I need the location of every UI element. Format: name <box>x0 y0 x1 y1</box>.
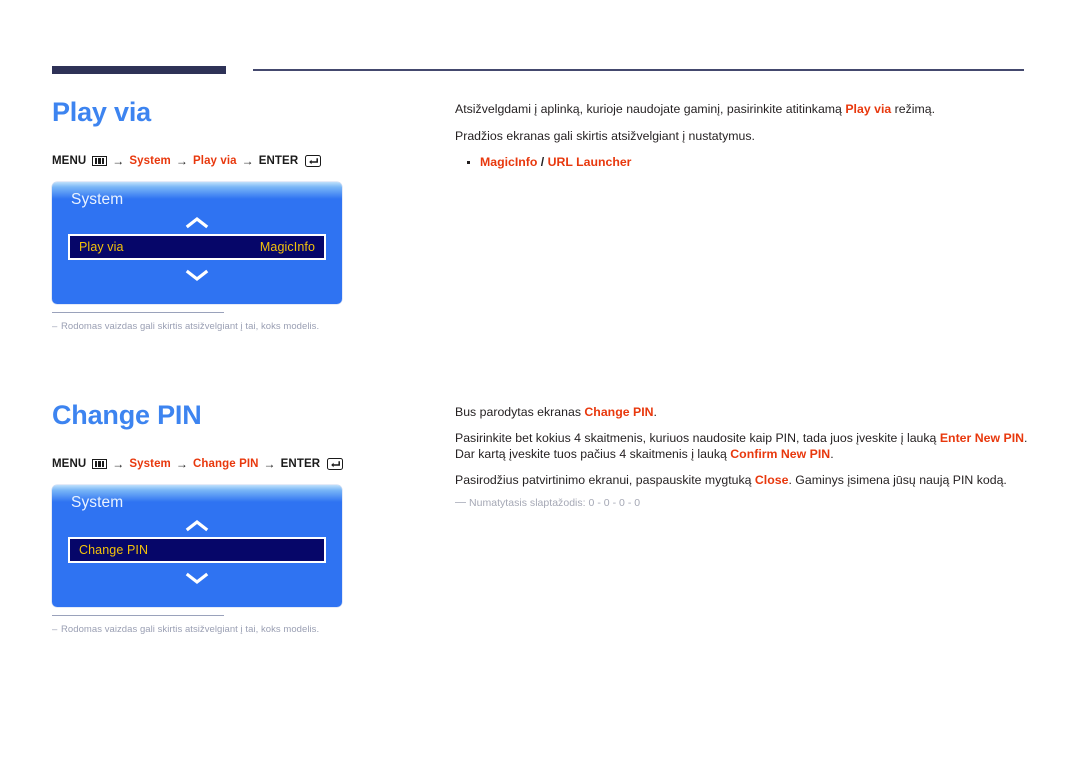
breadcrumb-change-pin: MENU → System → Change PIN → ENTER <box>52 457 432 471</box>
chevron-up-icon[interactable] <box>52 216 342 230</box>
chevron-down-icon[interactable] <box>52 571 342 585</box>
emphasis-enter-new-pin: Enter New PIN <box>939 430 1025 445</box>
note-block-change-pin: – Rodomas vaizdas gali skirtis atsižvelg… <box>52 615 432 635</box>
emphasis-close: Close <box>754 472 789 487</box>
breadcrumb-play-via: MENU → System → Play via → ENTER <box>52 154 432 168</box>
play-via-left-column: Play via <box>52 97 432 128</box>
play-via-right-column: Atsižvelgdami į aplinką, kurioje naudoja… <box>455 101 1030 171</box>
bullet-url-launcher: URL Launcher <box>547 155 632 169</box>
text-run: Pasirinkite bet kokius 4 skaitmenis, kur… <box>455 430 940 445</box>
note-body: Rodomas vaizdas gali skirtis atsižvelgia… <box>61 624 320 636</box>
paragraph-play-via-1: Atsižvelgdami į aplinką, kurioje naudoja… <box>455 101 1030 118</box>
emphasis-change-pin: Change PIN <box>584 405 654 419</box>
text-run: . <box>653 405 657 419</box>
note-text-change-pin: – Rodomas vaizdas gali skirtis atsižvelg… <box>52 624 432 635</box>
enter-return-icon <box>327 458 344 470</box>
osd-row-value: MagicInfo <box>259 239 315 254</box>
breadcrumb-menu-label: MENU <box>52 458 87 470</box>
note-block-play-via: – Rodomas vaizdas gali skirtis atsižvelg… <box>52 312 432 332</box>
text-run: . Gaminys įsimena jūsų naują PIN kodą. <box>788 472 1007 487</box>
text-run: režimą. <box>891 102 936 116</box>
osd-wrapper-play-via: System Play via MagicInfo <box>52 182 432 304</box>
osd-selected-row-change-pin[interactable]: Change PIN <box>68 537 326 563</box>
emphasis-play-via: Play via <box>845 102 892 116</box>
breadcrumb-arrow-1: → <box>112 457 125 471</box>
note-dash: – <box>52 624 59 636</box>
header-rule <box>52 62 1024 78</box>
osd-panel-change-pin: System Change PIN <box>52 485 342 607</box>
breadcrumb-arrow-3: → <box>263 457 276 471</box>
osd-wrapper-change-pin: System Change PIN <box>52 485 432 607</box>
osd-panel-title: System <box>71 494 124 511</box>
breadcrumb-arrow-2: → <box>175 154 188 168</box>
bullet-separator: / <box>537 155 548 169</box>
breadcrumb-enter-label: ENTER <box>258 155 299 167</box>
note-divider <box>52 312 224 314</box>
bullet-magicinfo: MagicInfo <box>480 155 538 169</box>
list-item: MagicInfo / URL Launcher <box>455 154 1030 171</box>
osd-panel-play-via: System Play via MagicInfo <box>52 182 342 304</box>
menu-grid-icon <box>92 459 108 469</box>
change-pin-left-column: Change PIN <box>52 400 432 431</box>
breadcrumb-arrow-2: → <box>175 457 188 471</box>
page-title-play-via: Play via <box>52 97 151 127</box>
change-pin-right-column: Bus parodytas ekranas Change PIN. Pasiri… <box>455 404 1030 509</box>
note-divider <box>52 615 224 617</box>
header-rule-accent <box>52 66 226 74</box>
text-run: Pasirodžius patvirtinimo ekranui, paspau… <box>455 472 755 487</box>
breadcrumb-menu-label: MENU <box>52 155 87 167</box>
footnote-default-password: Numatytasis slaptažodis: 0 - 0 - 0 - 0 <box>455 497 1030 509</box>
chevron-up-icon[interactable] <box>52 519 342 533</box>
breadcrumb-item-system: System <box>129 155 171 167</box>
osd-selected-row-play-via[interactable]: Play via MagicInfo <box>68 234 326 260</box>
menu-grid-icon <box>92 156 108 166</box>
note-dash: – <box>52 321 59 333</box>
text-run: Pradžios ekranas gali skirtis atsižvelgi… <box>455 128 755 143</box>
paragraph-play-via-2: Pradžios ekranas gali skirtis atsižvelgi… <box>455 128 1030 145</box>
emphasis-confirm-new-pin: Confirm New PIN <box>730 447 831 461</box>
note-text-play-via: – Rodomas vaizdas gali skirtis atsižvelg… <box>52 321 432 332</box>
page-title-change-pin: Change PIN <box>52 400 202 430</box>
text-run: Atsižvelgdami į aplinką, kurioje naudoja… <box>455 102 846 116</box>
chevron-down-icon[interactable] <box>52 268 342 282</box>
breadcrumb-item-system: System <box>129 458 171 470</box>
paragraph-change-pin-3: Pasirodžius patvirtinimo ekranui, paspau… <box>455 472 1030 489</box>
breadcrumb-item-change-pin: Change PIN <box>193 458 259 470</box>
note-body: Rodomas vaizdas gali skirtis atsižvelgia… <box>61 321 320 333</box>
enter-return-icon <box>305 155 322 167</box>
breadcrumb-arrow-1: → <box>112 154 125 168</box>
text-run: Bus parodytas ekranas <box>455 405 585 419</box>
breadcrumb-item-play-via: Play via <box>193 155 237 167</box>
osd-row-label: Play via <box>79 239 124 254</box>
footnote-text: Numatytasis slaptažodis: 0 - 0 - 0 - 0 <box>469 497 641 509</box>
footnote-dash <box>455 502 466 503</box>
header-rule-line <box>253 69 1024 71</box>
osd-row-label: Change PIN <box>79 542 149 557</box>
bullet-list-play-via: MagicInfo / URL Launcher <box>455 154 1030 171</box>
paragraph-change-pin-1: Bus parodytas ekranas Change PIN. <box>455 404 1030 421</box>
breadcrumb-enter-label: ENTER <box>280 458 321 470</box>
section-change-pin: Change PIN MENU → System → Change PIN → … <box>0 0 1027 635</box>
paragraph-change-pin-2: Pasirinkite bet kokius 4 skaitmenis, kur… <box>455 430 1030 463</box>
breadcrumb-arrow-3: → <box>241 154 254 168</box>
document-page: Play via MENU → System → Play via → ENTE… <box>0 0 1080 763</box>
osd-panel-title: System <box>71 191 124 208</box>
text-run: . <box>830 447 834 461</box>
